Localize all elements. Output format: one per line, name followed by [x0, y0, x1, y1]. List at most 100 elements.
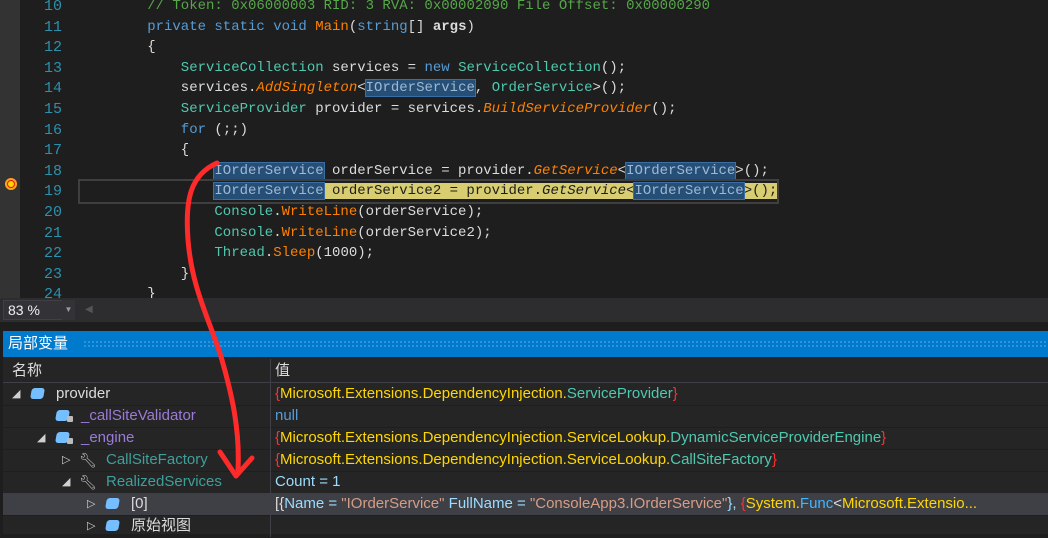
code-token: Console: [214, 204, 274, 220]
line-number: 21: [43, 224, 62, 242]
value-token: }: [771, 451, 777, 468]
code-text: Thread.Sleep(1000);: [80, 243, 374, 264]
variable-name: provider: [56, 385, 111, 402]
code-token: provider = services.: [306, 101, 484, 117]
code-token: orderService = provider.: [323, 162, 534, 179]
line-number: 20: [43, 204, 62, 221]
code-token: orderService2 = provider.: [323, 183, 543, 200]
code-token: args: [432, 18, 467, 35]
code-token: <: [357, 80, 366, 97]
value-token: Name =: [284, 495, 342, 512]
current-statement-breakpoint-icon[interactable]: [5, 178, 17, 190]
scroll-left-icon[interactable]: ◀: [85, 304, 93, 315]
code-line[interactable]: 14 services.AddSingleton<IOrderService, O…: [0, 78, 1048, 99]
variable-name: _engine: [81, 429, 135, 446]
locals-row[interactable]: ◢ _engine {Microsoft.Extensions.Dependency…: [3, 427, 1048, 450]
locals-row[interactable]: ▷ 🔧︎ CallSiteFactory {Microsoft.Extensions.…: [3, 449, 1048, 472]
code-line[interactable]: 11 private static void Main(string[] args…: [0, 17, 1048, 38]
zoom-dropdown-chevron-icon[interactable]: ▼: [62, 300, 75, 320]
code-token: >();: [592, 80, 627, 97]
code-text: {: [80, 140, 189, 161]
code-line[interactable]: 17 {: [0, 140, 1048, 161]
property-wrench-icon: 🔧︎: [79, 474, 97, 490]
variable-name: [0]: [131, 495, 148, 512]
code-line[interactable]: 20 Console.WriteLine(orderService);: [0, 202, 1048, 223]
code-line[interactable]: 19 IOrderService orderService2 = provider…: [0, 179, 1048, 205]
variable-value[interactable]: {Microsoft.Extensions.DependencyInjectio…: [275, 427, 886, 449]
value-column-header[interactable]: 值: [275, 359, 290, 382]
code-token: >();: [743, 183, 778, 200]
code-token: <: [617, 162, 627, 179]
lock-icon: [67, 416, 73, 422]
variable-value[interactable]: Count = 1: [275, 471, 340, 493]
line-number: 22: [43, 245, 62, 263]
line-number: 14: [43, 80, 62, 98]
code-line[interactable]: 24}: [0, 284, 1048, 298]
code-token: for: [180, 121, 207, 138]
code-line[interactable]: 15 ServiceProvider provider = services.Bu…: [0, 99, 1048, 120]
object-icon: [105, 498, 120, 509]
line-number: 11: [43, 18, 62, 36]
value-token: "ConsoleApp3.IOrderService": [529, 495, 728, 512]
locals-row[interactable]: _callSiteValidator null: [3, 405, 1048, 428]
locals-row[interactable]: ◢ 🔧︎ RealizedServices Count = 1: [3, 471, 1048, 494]
panel-title: 局部变量: [8, 335, 69, 352]
code-text: ServiceProvider provider = services.Buil…: [80, 99, 677, 120]
object-icon: [105, 520, 120, 531]
variable-name: _callSiteValidator: [81, 407, 196, 424]
value-token: ServiceProvider: [566, 385, 673, 402]
column-header: 名称 值: [3, 359, 1048, 383]
code-token: IOrderService: [625, 161, 737, 180]
code-token: ServiceCollection: [458, 59, 601, 76]
code-editor[interactable]: 10 // Token: 0x06000003 RID: 3 RVA: 0x000…: [0, 0, 1048, 298]
collapsed-triangle-icon[interactable]: ▷: [87, 493, 95, 515]
title-grip: [83, 340, 1048, 348]
value-token: }: [672, 385, 678, 402]
code-token: }: [180, 265, 190, 282]
value-token: Microsoft.Extensions.DependencyInjection…: [280, 451, 671, 468]
variable-value[interactable]: null: [275, 405, 298, 427]
value-token: FullName =: [444, 495, 530, 512]
code-line[interactable]: 12 {: [0, 37, 1048, 58]
collapsed-triangle-icon[interactable]: ▷: [62, 449, 70, 471]
code-token: IOrderService: [213, 182, 325, 201]
code-token: IOrderService: [213, 161, 325, 180]
name-column-header[interactable]: 名称: [12, 359, 42, 382]
zoom-level-input[interactable]: 83 %: [3, 300, 67, 320]
code-text: }: [80, 264, 189, 285]
expanded-triangle-icon[interactable]: ◢: [12, 383, 20, 405]
variable-value[interactable]: {Microsoft.Extensions.DependencyInjectio…: [275, 449, 777, 471]
value-token: CallSiteFactory: [670, 451, 772, 468]
code-token: services =: [323, 59, 425, 76]
variable-value[interactable]: [{Name = "IOrderService" FullName = "Con…: [275, 493, 977, 515]
code-token: ServiceProvider: [180, 101, 307, 117]
value-token: DynamicServiceProviderEngine: [670, 429, 882, 446]
locals-title-bar[interactable]: 局部变量: [3, 331, 1048, 357]
code-line[interactable]: 10 // Token: 0x06000003 RID: 3 RVA: 0x000…: [0, 0, 1048, 17]
code-token: WriteLine: [281, 224, 358, 241]
column-divider[interactable]: [270, 359, 271, 382]
code-line[interactable]: 13 ServiceCollection services = new Servi…: [0, 58, 1048, 79]
variable-value[interactable]: {Microsoft.Extensions.DependencyInjectio…: [275, 383, 678, 405]
code-token: IOrderService: [364, 79, 476, 98]
line-number: 16: [43, 121, 62, 139]
line-number: 23: [43, 265, 62, 283]
code-text: private static void Main(string[] args): [80, 17, 475, 38]
code-line[interactable]: 16 for (;;): [0, 120, 1048, 141]
expanded-triangle-icon[interactable]: ◢: [37, 427, 45, 449]
locals-window: 局部变量 名称 值 ◢ provider {Microsoft.Extensions…: [3, 331, 1048, 538]
expanded-triangle-icon[interactable]: ◢: [62, 471, 70, 493]
variable-name: RealizedServices: [106, 473, 222, 490]
column-divider: [270, 471, 271, 493]
locals-row[interactable]: ▷ 原始视图: [3, 515, 1048, 538]
locals-row[interactable]: ▷ [0] [{Name = "IOrderService" FullName = …: [3, 493, 1048, 516]
code-token: GetService: [533, 162, 618, 179]
code-line[interactable]: 18 IOrderService orderService = provider.…: [0, 161, 1048, 182]
code-line[interactable]: 23}: [0, 264, 1048, 285]
locals-row[interactable]: ◢ provider {Microsoft.Extensions.Dependenc…: [3, 383, 1048, 406]
code-line[interactable]: 21 Console.WriteLine(orderService2);: [0, 223, 1048, 244]
code-text: Console.WriteLine(orderService2);: [80, 223, 491, 244]
code-token: (1000);: [315, 245, 375, 262]
value-token: null: [275, 407, 299, 424]
code-line[interactable]: 22 Thread.Sleep(1000);: [0, 243, 1048, 264]
